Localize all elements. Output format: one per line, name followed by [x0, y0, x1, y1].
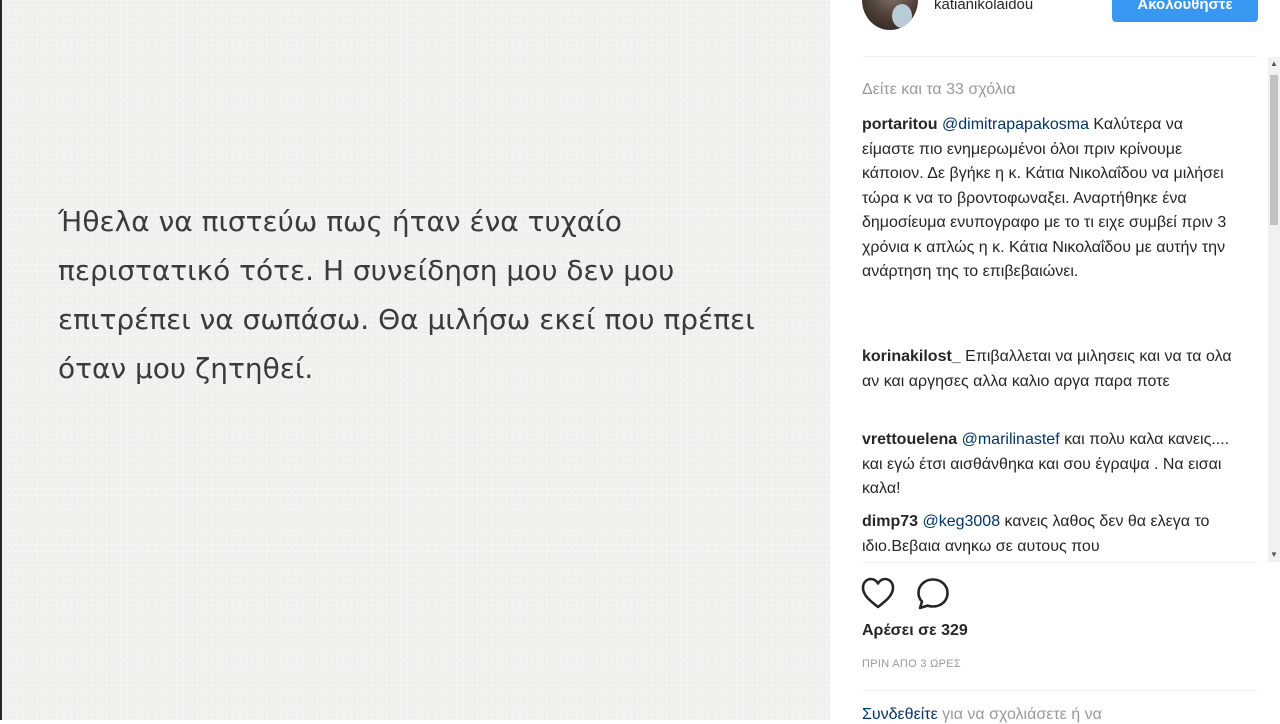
comment-mention[interactable]: @marilinastef	[962, 431, 1060, 448]
comments-list: Δείτε και τα 33 σχόλια portaritou @dimit…	[862, 57, 1264, 562]
comment-mention[interactable]: @keg3008	[922, 513, 1000, 530]
actions-divider	[862, 562, 1258, 563]
scrollbar-thumb[interactable]	[1270, 75, 1278, 225]
heart-outline-icon[interactable]	[860, 576, 896, 610]
comment-text: Καλύτερα να είμαστε πιο ενημερωμένοι όλο…	[862, 116, 1227, 280]
comment-username[interactable]: portaritou	[862, 116, 938, 133]
comments-scrollbar[interactable]: ▲ ▼	[1268, 57, 1280, 562]
likes-count[interactable]: Αρέσει σε 329	[862, 622, 968, 640]
comment-mention[interactable]: @dimitrapapakosma	[942, 116, 1089, 133]
comment-item: korinakilost_ Επιβαλλεται να μιλησεις κα…	[862, 345, 1234, 394]
comment-item: vrettouelena @marilinastef και πολυ καλα…	[862, 428, 1234, 502]
post-image-text: Ήθελα να πιστεύω πως ήταν ένα τυχαίο περ…	[58, 205, 755, 385]
scroll-down-arrow-icon[interactable]: ▼	[1268, 548, 1280, 562]
comment-item: portaritou @dimitrapapakosma Καλύτερα να…	[862, 113, 1234, 285]
speech-bubble-icon[interactable]	[914, 576, 952, 610]
follow-button[interactable]: Ακολουθήστε	[1112, 0, 1258, 22]
login-prompt-text: για να σχολιάσετε ή να	[937, 706, 1102, 723]
post-header: katianikolaidou Ακολουθήστε	[830, 0, 1280, 40]
comment-item: dimp73 @keg3008 κανεις λαθος δεν θα ελεγ…	[862, 510, 1234, 559]
login-prompt: Συνδεθείτε για να σχολιάσετε ή να	[862, 706, 1102, 724]
load-more-comments-link[interactable]: Δείτε και τα 33 σχόλια	[862, 78, 1016, 103]
avatar[interactable]	[862, 0, 918, 30]
comment-username[interactable]: vrettouelena	[862, 431, 957, 448]
login-link[interactable]: Συνδεθείτε	[862, 706, 938, 723]
username-link[interactable]: katianikolaidou	[934, 0, 1033, 13]
scroll-up-arrow-icon[interactable]: ▲	[1268, 57, 1280, 71]
post-timestamp[interactable]: ΠΡΙΝ ΑΠΟ 3 ΩΡΕΣ	[862, 658, 961, 670]
post-image: Ήθελα να πιστεύω πως ήταν ένα τυχαίο περ…	[2, 0, 830, 720]
comment-username[interactable]: dimp73	[862, 513, 918, 530]
comment-username[interactable]: korinakilost_	[862, 348, 961, 365]
footer-divider	[862, 690, 1258, 691]
post-side-panel: katianikolaidou Ακολουθήστε Δείτε και τα…	[830, 0, 1280, 720]
